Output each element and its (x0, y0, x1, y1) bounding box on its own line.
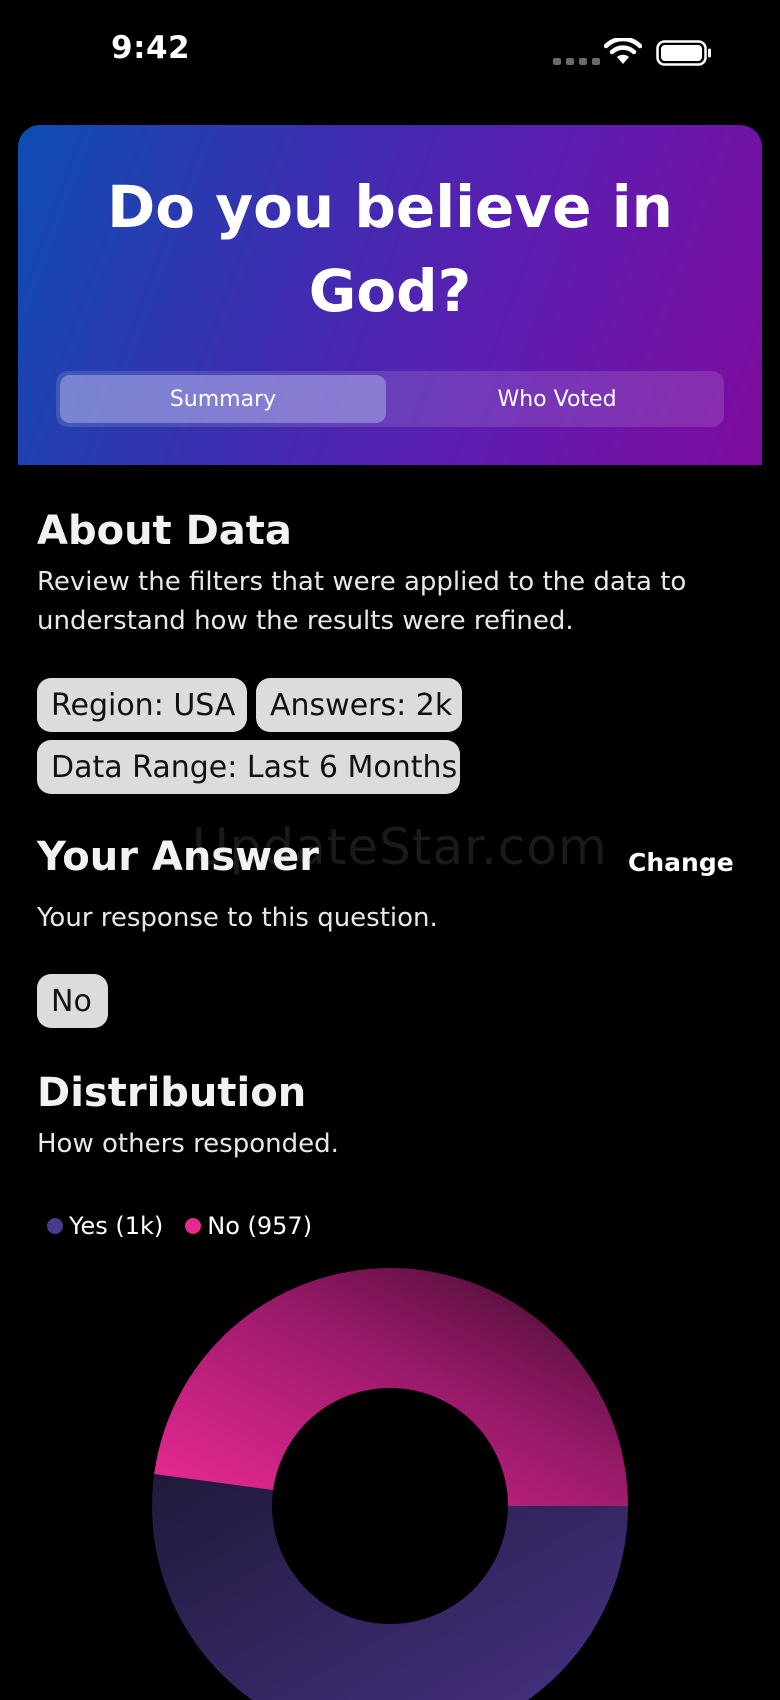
legend-item-yes: Yes (1k) (47, 1212, 163, 1240)
tab-summary[interactable]: Summary (60, 375, 386, 423)
filter-chip-region: Region: USA (37, 678, 247, 732)
wifi-icon (604, 38, 642, 64)
change-answer-button[interactable]: Change (628, 848, 734, 877)
filter-chip-data-range: Data Range: Last 6 Months (37, 740, 460, 794)
question-header-card: Do you believe in God? Summary Who Voted (18, 125, 762, 465)
question-title: Do you believe in God? (107, 173, 673, 325)
chart-legend: Yes (1k) No (957) (47, 1212, 334, 1240)
answer-chip: No (37, 974, 108, 1028)
distribution-title: Distribution (37, 1070, 307, 1116)
cellular-signal-icon (553, 58, 600, 65)
distribution-donut-chart (152, 1267, 628, 1700)
tab-who-voted[interactable]: Who Voted (394, 375, 720, 423)
legend-item-no: No (957) (185, 1212, 312, 1240)
status-time: 9:42 (111, 30, 191, 66)
donut-hole (272, 1388, 508, 1624)
about-data-title: About Data (37, 508, 292, 554)
battery-icon (656, 40, 711, 66)
view-segmented-control: Summary Who Voted (56, 371, 724, 427)
your-answer-description: Your response to this question. (37, 903, 438, 933)
legend-label-no: No (957) (207, 1212, 313, 1240)
legend-dot-no (185, 1218, 202, 1234)
filter-chip-answers: Answers: 2k (256, 678, 462, 732)
status-bar: 9:42 (0, 0, 780, 100)
your-answer-title: Your Answer (37, 834, 319, 880)
legend-dot-yes (47, 1218, 63, 1234)
about-data-description: Review the filters that were applied to … (37, 567, 687, 636)
distribution-description: How others responded. (37, 1129, 339, 1159)
legend-label-yes: Yes (1k) (69, 1212, 164, 1240)
